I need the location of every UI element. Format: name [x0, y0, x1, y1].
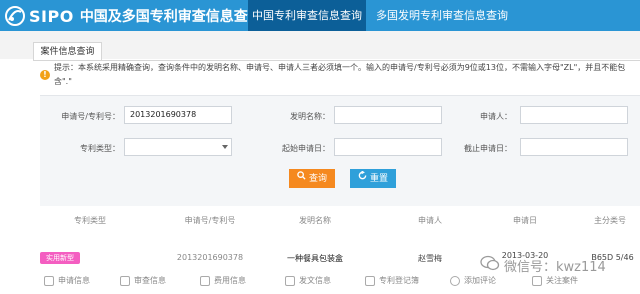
row-invention-name[interactable]: 一种餐具包装盒 [275, 253, 355, 264]
clipboard-icon [120, 276, 130, 286]
book-icon [365, 276, 375, 286]
action-label: 申请信息 [58, 276, 90, 285]
action-examination-info[interactable]: 审查信息 [120, 272, 166, 290]
search-form: 申请号/专利号： 2013201690378 发明名称： 申请人： 专利类型： … [40, 95, 640, 206]
applicant-input[interactable] [520, 106, 628, 124]
query-button-label: 查询 [308, 174, 327, 184]
warning-icon: ! [40, 70, 50, 80]
action-label: 审查信息 [134, 276, 166, 285]
sipo-logo[interactable]: SIPO 中国及多国专利审查信息查询 [4, 2, 262, 30]
end-date-label: 截止申请日： [464, 144, 512, 153]
watermark-text: 微信号：kwz114 [504, 259, 606, 275]
applicant-label: 申请人： [480, 112, 512, 121]
patent-type-select[interactable] [124, 138, 232, 156]
col-patent-type: 专利类型 [74, 216, 106, 225]
results-table-header: 专利类型 申请号/专利号 发明名称 申请人 申请日 主分类号 [40, 211, 640, 231]
star-icon [532, 276, 542, 286]
patent-type-label: 专利类型： [80, 144, 120, 153]
end-date-input[interactable] [520, 138, 628, 156]
action-patent-register[interactable]: 专利登记簿 [365, 272, 419, 290]
col-applicant: 申请人 [418, 216, 442, 225]
action-application-info[interactable]: 申请信息 [44, 272, 90, 290]
start-date-label: 起始申请日： [282, 144, 330, 153]
logo-text: SIPO [29, 6, 74, 26]
action-label: 发文信息 [299, 276, 331, 285]
col-invention-name: 发明名称 [299, 216, 331, 225]
document-icon [44, 276, 54, 286]
query-button[interactable]: 查询 [289, 169, 335, 188]
app-no-label: 申请号/专利号： [61, 112, 120, 121]
col-app-no: 申请号/专利号 [184, 216, 236, 225]
reset-button[interactable]: 重置 [350, 169, 396, 188]
start-date-input[interactable] [334, 138, 442, 156]
comment-icon [450, 276, 460, 286]
col-main-class: 主分类号 [594, 216, 626, 225]
notice-text: 提示：本系统采用精确查询，查询条件中的发明名称、申请号、申请人三者必须填一个。输… [54, 63, 626, 86]
col-app-date: 申请日 [513, 216, 537, 225]
notice-banner: ! 提示：本系统采用精确查询，查询条件中的发明名称、申请号、申请人三者必须填一个… [40, 63, 640, 86]
sipo-emblem-icon [4, 5, 26, 27]
action-label: 费用信息 [214, 276, 246, 285]
action-label: 专利登记簿 [379, 276, 419, 285]
refresh-icon [358, 169, 367, 188]
app-no-input[interactable]: 2013201690378 [124, 106, 232, 124]
invention-name-input[interactable] [334, 106, 442, 124]
stack-icon [285, 276, 295, 286]
chevron-down-icon [222, 145, 228, 149]
reset-button-label: 重置 [369, 174, 388, 184]
top-header: SIPO 中国及多国专利审查信息查询 中国专利审查信息查询 多国发明专利审查信息… [0, 0, 640, 31]
tab-case-info-query[interactable]: 案件信息查询 [33, 42, 102, 61]
action-fee-info[interactable]: 费用信息 [200, 272, 246, 290]
invoice-icon [200, 276, 210, 286]
action-dispatch-info[interactable]: 发文信息 [285, 272, 331, 290]
tab-multi-country-query[interactable]: 多国发明专利审查信息查询 [366, 0, 518, 31]
wechat-icon [480, 255, 500, 275]
wechat-watermark: 微信号：kwz114 [480, 254, 606, 276]
search-icon [297, 169, 306, 188]
row-app-no[interactable]: 2013201690378 [170, 253, 250, 262]
tab-china-patent-query[interactable]: 中国专利审查信息查询 [248, 0, 366, 31]
row-applicant: 赵雪梅 [418, 254, 442, 263]
site-title: 中国及多国专利审查信息查询 [79, 9, 262, 25]
invention-name-label: 发明名称： [290, 112, 330, 121]
